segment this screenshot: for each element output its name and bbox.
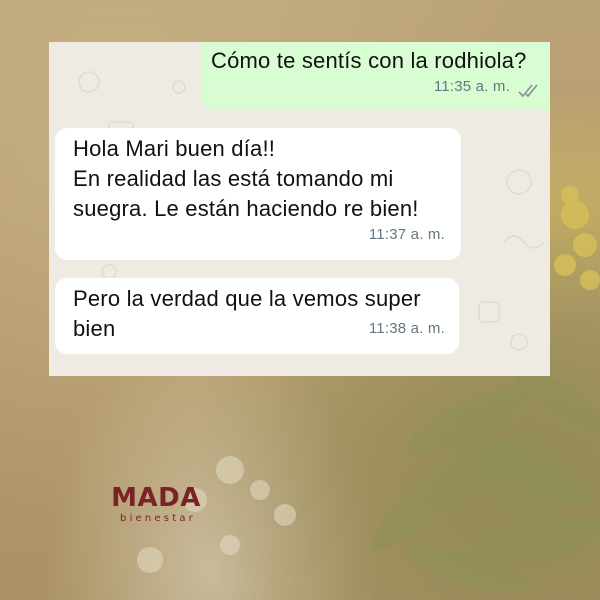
message-timestamp: 11:38 a. m. bbox=[368, 320, 445, 337]
message-bubble-incoming[interactable]: Hola Mari buen día!! En realidad las est… bbox=[55, 128, 461, 260]
message-bubble-outgoing[interactable]: Cómo te sentís con la rodhiola? 11:35 a.… bbox=[201, 42, 550, 110]
chat-screenshot: Cómo te sentís con la rodhiola? 11:35 a.… bbox=[49, 42, 550, 376]
message-text: Hola Mari buen día!! En realidad las est… bbox=[73, 136, 419, 221]
message-bubble-incoming[interactable]: Pero la verdad que la vemos super bien 1… bbox=[55, 278, 459, 354]
double-check-icon bbox=[518, 84, 538, 98]
brand-tagline: bienestar bbox=[120, 513, 196, 524]
message-timestamp: 11:37 a. m. bbox=[368, 226, 445, 243]
message-timestamp: 11:35 a. m. bbox=[433, 78, 510, 95]
brand-name: MADA bbox=[111, 483, 201, 513]
brand-logo: MADA bienestar bbox=[108, 484, 204, 526]
